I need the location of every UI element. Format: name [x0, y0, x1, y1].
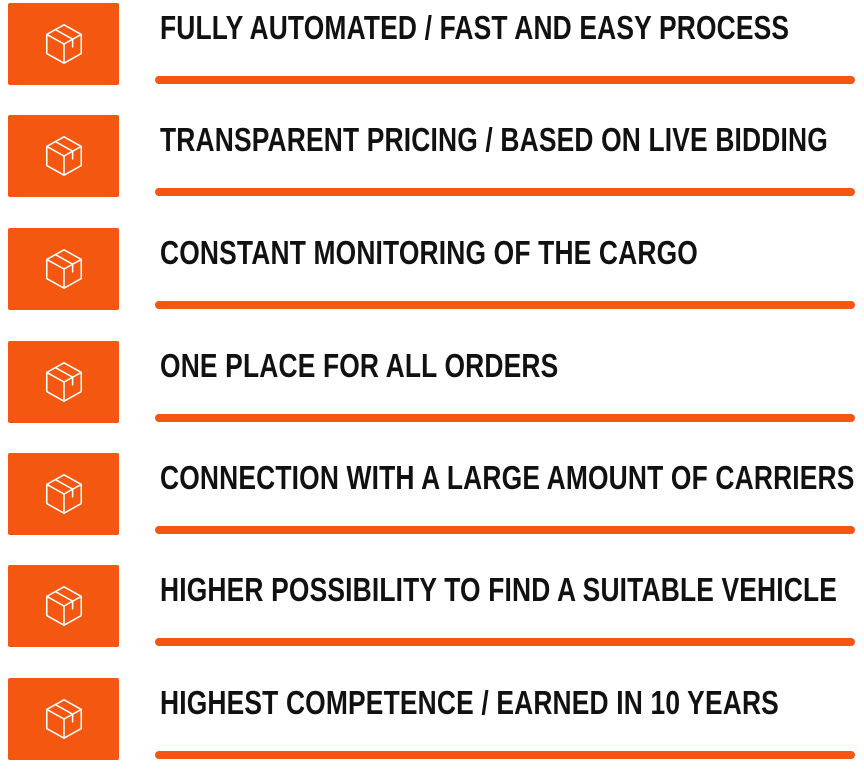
feature-label: TRANSPARENT PRICING / BASED ON LIVE BIDD… [160, 121, 828, 158]
feature-item: ONE PLACE FOR ALL ORDERS [0, 338, 864, 438]
feature-item: CONNECTION WITH A LARGE AMOUNT OF CARRIE… [0, 450, 864, 550]
feature-list: FULLY AUTOMATED / FAST AND EASY PROCESS … [0, 0, 864, 760]
box-icon [8, 453, 119, 535]
feature-item: HIGHER POSSIBILITY TO FIND A SUITABLE VE… [0, 562, 864, 662]
feature-label: HIGHEST COMPETENCE / EARNED IN 10 YEARS [160, 684, 779, 721]
box-icon [8, 565, 119, 647]
feature-item: HIGHEST COMPETENCE / EARNED IN 10 YEARS [0, 675, 864, 775]
divider [155, 301, 855, 309]
feature-item: CONSTANT MONITORING OF THE CARGO [0, 225, 864, 325]
box-icon [8, 3, 119, 85]
feature-label: FULLY AUTOMATED / FAST AND EASY PROCESS [160, 9, 790, 46]
divider [155, 188, 855, 196]
divider [155, 414, 855, 422]
box-icon [8, 678, 119, 760]
feature-item: TRANSPARENT PRICING / BASED ON LIVE BIDD… [0, 112, 864, 212]
divider [155, 751, 855, 759]
feature-item: FULLY AUTOMATED / FAST AND EASY PROCESS [0, 0, 864, 100]
divider [155, 638, 855, 646]
feature-label: HIGHER POSSIBILITY TO FIND A SUITABLE VE… [160, 571, 838, 608]
feature-label: CONNECTION WITH A LARGE AMOUNT OF CARRIE… [160, 459, 855, 496]
box-icon [8, 341, 119, 423]
feature-label: CONSTANT MONITORING OF THE CARGO [160, 234, 698, 271]
divider [155, 526, 855, 534]
divider [155, 76, 855, 84]
box-icon [8, 115, 119, 197]
box-icon [8, 228, 119, 310]
feature-label: ONE PLACE FOR ALL ORDERS [160, 347, 559, 384]
